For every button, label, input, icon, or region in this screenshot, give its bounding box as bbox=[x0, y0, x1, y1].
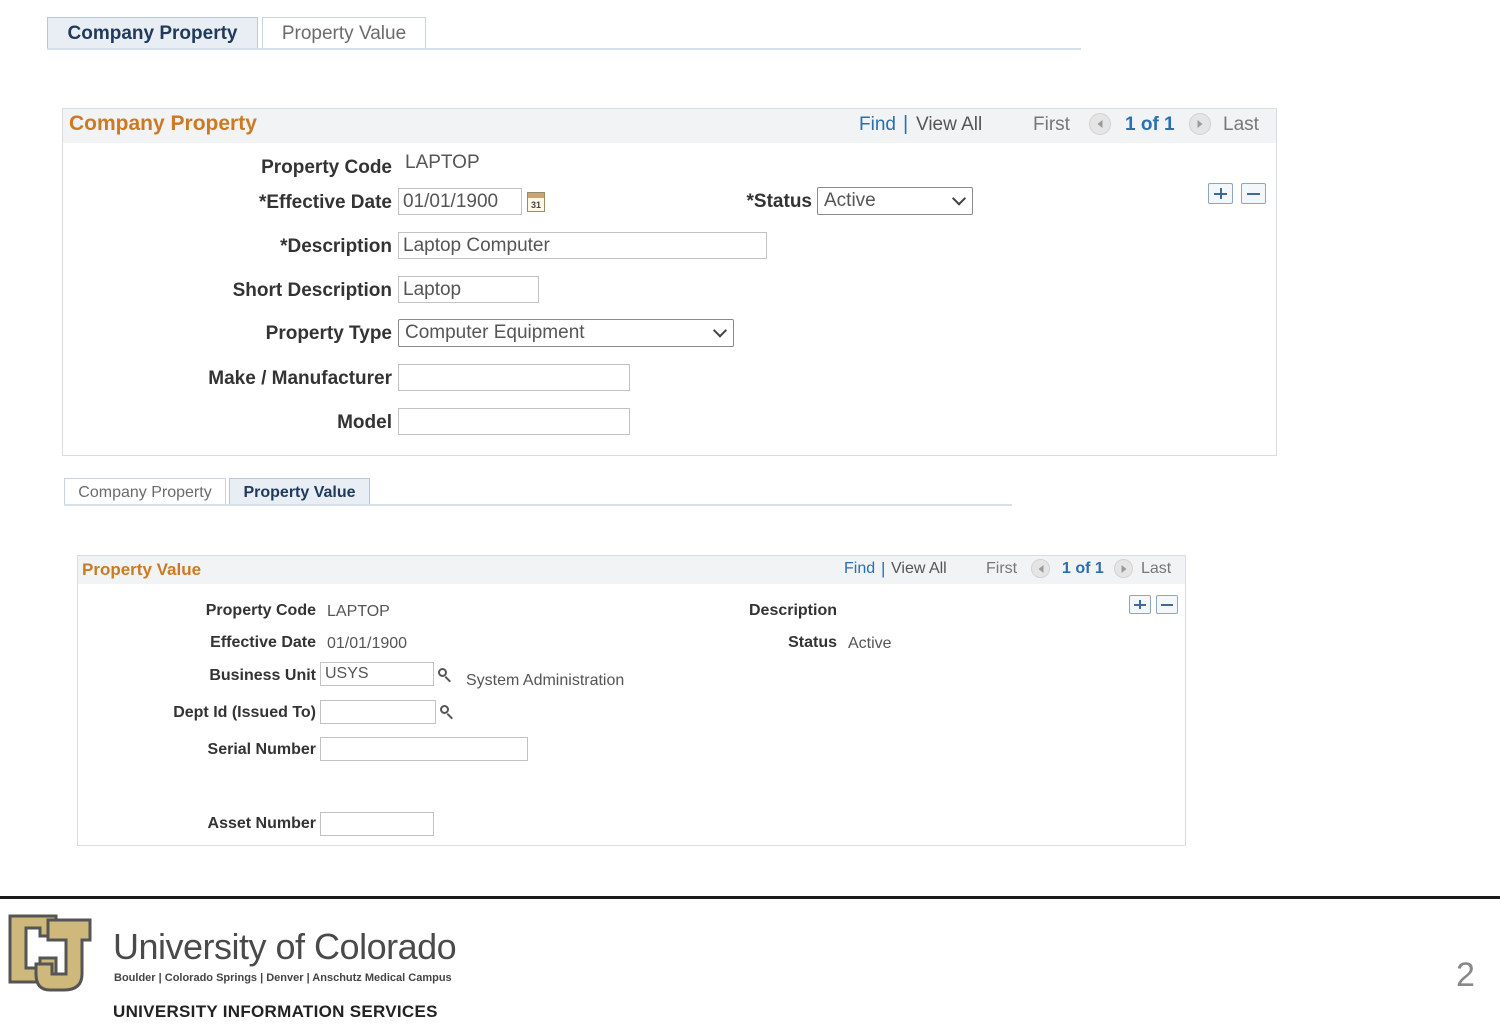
chevron-down-icon bbox=[712, 323, 728, 338]
status-select[interactable]: Active bbox=[817, 187, 973, 215]
property-code-value: LAPTOP bbox=[327, 603, 390, 620]
footer-rule bbox=[0, 896, 1500, 899]
view-all-link[interactable]: View All bbox=[916, 114, 982, 136]
business-unit-description: System Administration bbox=[466, 672, 625, 689]
property-code-label: Property Code bbox=[205, 602, 316, 619]
status-selected: Active bbox=[824, 190, 876, 211]
property-type-select[interactable]: Computer Equipment bbox=[398, 319, 734, 347]
cu-logo bbox=[8, 914, 92, 992]
effective-date-label: *Effective Date bbox=[258, 192, 392, 213]
property-type-selected: Computer Equipment bbox=[405, 322, 585, 343]
business-unit-input[interactable]: USYS bbox=[320, 662, 434, 686]
asset-number-label: Asset Number bbox=[207, 815, 316, 832]
next-icon[interactable] bbox=[1189, 113, 1211, 135]
row-counter: 1 of 1 bbox=[1125, 114, 1175, 135]
asset-number-input[interactable] bbox=[320, 812, 434, 836]
company-property-group: Company Property Find | View All First 1… bbox=[62, 108, 1277, 456]
make-manufacturer-label: Make / Manufacturer bbox=[208, 368, 392, 389]
property-code-value: LAPTOP bbox=[405, 152, 480, 173]
serial-number-label: Serial Number bbox=[207, 741, 316, 758]
tab-company-property[interactable]: Company Property bbox=[47, 17, 258, 50]
short-description-label: Short Description bbox=[232, 280, 392, 301]
previous-icon[interactable] bbox=[1031, 559, 1050, 578]
tab-property-value[interactable]: Property Value bbox=[262, 17, 426, 50]
view-all-link[interactable]: View All bbox=[891, 560, 947, 578]
effective-date-label: Effective Date bbox=[210, 634, 316, 651]
tab-label: Property Value bbox=[281, 23, 407, 44]
dept-id-label: Dept Id (Issued To) bbox=[173, 704, 316, 721]
cu-logo-shape bbox=[8, 914, 92, 992]
last-link[interactable]: Last bbox=[1223, 114, 1259, 136]
group-title: Company Property bbox=[69, 112, 257, 135]
description-label: Description bbox=[748, 602, 837, 619]
group-header bbox=[78, 556, 1185, 584]
delete-row-button[interactable] bbox=[1241, 183, 1266, 204]
tab-underline bbox=[64, 504, 1012, 506]
department-name: UNIVERSITY INFORMATION SERVICES bbox=[113, 1002, 438, 1021]
model-label: Model bbox=[337, 412, 392, 433]
effective-date-value: 01/01/1900 bbox=[327, 635, 408, 652]
row-counter: 1 of 1 bbox=[1062, 560, 1104, 577]
first-link[interactable]: First bbox=[986, 560, 1017, 578]
first-link[interactable]: First bbox=[1033, 114, 1070, 136]
description-input[interactable]: Laptop Computer bbox=[398, 232, 767, 259]
last-link[interactable]: Last bbox=[1141, 560, 1171, 578]
make-manufacturer-input[interactable] bbox=[398, 364, 630, 391]
property-code-label: Property Code bbox=[261, 157, 392, 178]
add-row-button[interactable] bbox=[1129, 595, 1151, 614]
nav-separator: | bbox=[881, 559, 886, 578]
previous-icon[interactable] bbox=[1089, 113, 1111, 135]
find-link[interactable]: Find bbox=[859, 114, 896, 136]
campus-list: Boulder | Colorado Springs | Denver | An… bbox=[114, 972, 452, 984]
search-icon[interactable] bbox=[438, 668, 451, 683]
add-row-button[interactable] bbox=[1208, 183, 1233, 204]
tab-property-value-inner[interactable]: Property Value bbox=[229, 478, 370, 506]
status-label: Status bbox=[788, 634, 837, 651]
property-type-label: Property Type bbox=[265, 323, 392, 344]
description-label: *Description bbox=[280, 236, 392, 257]
group-title: Property Value bbox=[82, 560, 202, 579]
property-value-group: Property Value Find | View All First 1 o… bbox=[77, 555, 1186, 846]
chevron-down-icon bbox=[951, 191, 967, 206]
tab-underline bbox=[47, 48, 1081, 50]
status-value: Active bbox=[848, 635, 892, 652]
calendar-icon[interactable]: 31 bbox=[527, 192, 545, 212]
model-input[interactable] bbox=[398, 408, 630, 435]
university-name: University of Colorado bbox=[113, 926, 457, 967]
serial-number-input[interactable] bbox=[320, 737, 528, 761]
search-icon[interactable] bbox=[440, 705, 453, 720]
next-icon[interactable] bbox=[1114, 559, 1133, 578]
dept-id-input[interactable] bbox=[320, 700, 436, 724]
business-unit-label: Business Unit bbox=[209, 667, 316, 684]
tab-label: Company Property bbox=[78, 483, 212, 501]
tab-label: Company Property bbox=[67, 23, 238, 44]
nav-separator: | bbox=[903, 113, 909, 135]
effective-date-input[interactable]: 01/01/1900 bbox=[398, 188, 522, 215]
delete-row-button[interactable] bbox=[1156, 595, 1178, 614]
tab-label: Property Value bbox=[243, 483, 356, 501]
short-description-input[interactable]: Laptop bbox=[398, 276, 539, 303]
status-label: *Status bbox=[746, 191, 812, 212]
find-link[interactable]: Find bbox=[844, 560, 875, 578]
tab-company-property-inner[interactable]: Company Property bbox=[64, 478, 226, 506]
page-number: 2 bbox=[1456, 956, 1475, 994]
